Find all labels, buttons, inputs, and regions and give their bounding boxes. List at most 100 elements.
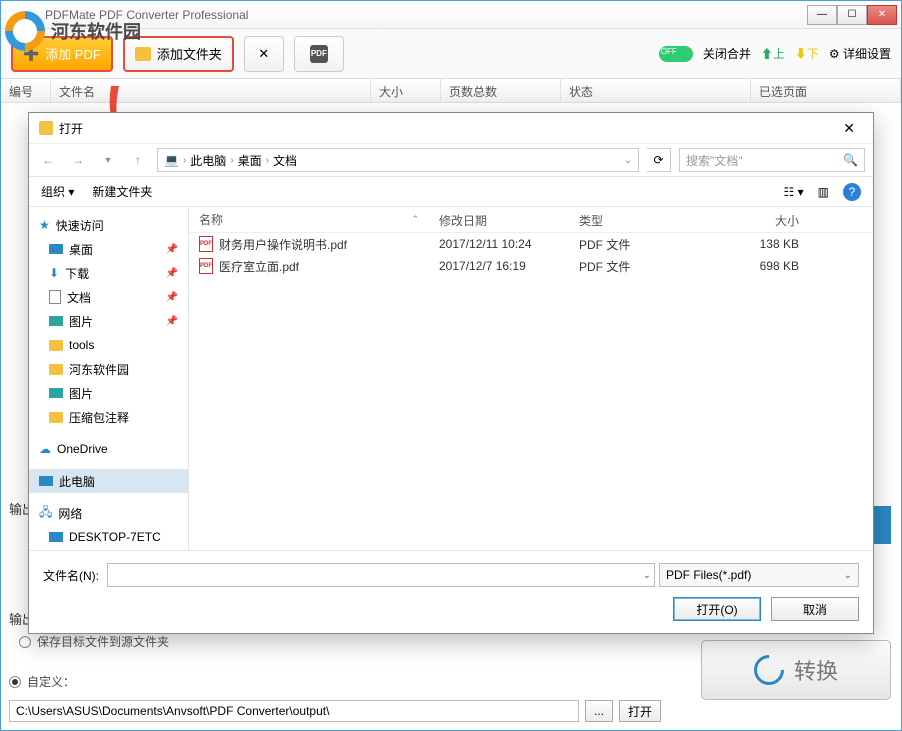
minimize-button[interactable]: — (807, 5, 837, 25)
output-path-input[interactable] (9, 700, 579, 722)
filetype-select[interactable]: PDF Files(*.pdf) ⌄ (659, 563, 859, 587)
nav-up-button[interactable]: ↑ (127, 149, 149, 171)
col-name[interactable]: 名称⌃ (189, 207, 429, 232)
dialog-open-button[interactable]: 打开(O) (673, 597, 761, 621)
col-size[interactable]: 大小 (371, 79, 441, 102)
merge-toggle[interactable] (659, 46, 693, 62)
col-type[interactable]: 类型 (569, 207, 689, 232)
sidebar-pictures2[interactable]: 图片 (29, 381, 188, 405)
download-icon: ⬇ (49, 266, 59, 280)
sidebar-documents[interactable]: 文档📌 (29, 285, 188, 309)
file-name: 财务用户操作说明书.pdf (219, 236, 347, 253)
desktop-icon (49, 244, 63, 254)
window-controls: — ☐ ✕ (807, 5, 897, 25)
col-size[interactable]: 大小 (689, 207, 809, 232)
pin-icon: 📌 (166, 268, 178, 279)
breadcrumb[interactable]: 💻 › 此电脑 › 桌面 › 文档 ⌄ (157, 148, 639, 172)
col-status[interactable]: 状态 (561, 79, 751, 102)
file-name: 医疗室立面.pdf (219, 258, 299, 275)
sidebar-thispc[interactable]: 此电脑 (29, 469, 188, 493)
dialog-close-button[interactable]: ✕ (835, 118, 863, 139)
pc-icon: 💻 (164, 153, 179, 167)
move-up-button[interactable]: ⬆上 (761, 45, 785, 62)
dialog-cancel-button[interactable]: 取消 (771, 597, 859, 621)
search-input[interactable]: 搜索"文档" 🔍 (679, 148, 865, 172)
col-date[interactable]: 修改日期 (429, 207, 569, 232)
dialog-title: 打开 (59, 120, 83, 137)
sidebar-zip[interactable]: 压缩包注释 (29, 405, 188, 429)
file-date: 2017/12/7 16:19 (429, 257, 569, 275)
filename-input[interactable] (107, 563, 655, 587)
pdf-mode-button[interactable]: PDF (294, 36, 344, 72)
bc-documents[interactable]: 文档 (273, 152, 297, 169)
file-list-header: 名称⌃ 修改日期 类型 大小 (189, 207, 873, 233)
pin-icon: 📌 (166, 316, 178, 327)
refresh-button[interactable]: ⟳ (647, 148, 671, 172)
chevron-down-icon[interactable]: ⌄ (624, 155, 632, 166)
filename-label: 文件名(N): (43, 567, 99, 584)
help-icon[interactable]: ? (843, 183, 861, 201)
move-down-button[interactable]: ⬇下 (795, 45, 819, 62)
nav-back-button[interactable]: ← (37, 149, 59, 171)
folder-icon (49, 412, 63, 423)
file-row[interactable]: PDF财务用户操作说明书.pdf 2017/12/11 10:24 PDF 文件… (189, 233, 873, 255)
pin-icon: 📌 (166, 292, 178, 303)
sidebar-hedong[interactable]: 河东软件园 (29, 357, 188, 381)
dialog-body: ★快速访问 桌面📌 ⬇下载📌 文档📌 图片📌 tools 河东软件园 图片 压缩… (29, 207, 873, 550)
sidebar-network[interactable]: 🖧网络 (29, 501, 188, 525)
bc-thispc[interactable]: 此电脑 (190, 152, 226, 169)
settings-button[interactable]: ⚙ 详细设置 (829, 45, 891, 62)
watermark-icon (5, 11, 45, 51)
document-icon (49, 290, 61, 304)
sidebar-tools[interactable]: tools (29, 333, 188, 357)
preview-pane-button[interactable]: ▥ (818, 185, 829, 199)
view-mode-button[interactable]: ☷ ▾ (784, 185, 804, 199)
pc-icon (49, 532, 63, 542)
sidebar-downloads[interactable]: ⬇下载📌 (29, 261, 188, 285)
pdf-icon: PDF (310, 45, 328, 63)
sidebar-onedrive[interactable]: ☁OneDrive (29, 437, 188, 461)
pictures-icon (49, 316, 63, 326)
save-to-source-label: 保存目标文件到源文件夹 (37, 633, 169, 650)
search-icon: 🔍 (843, 153, 858, 167)
star-icon: ★ (39, 218, 50, 232)
organize-menu[interactable]: 组织 ▾ (41, 183, 74, 200)
col-num[interactable]: 编号 (1, 79, 51, 102)
close-button[interactable]: ✕ (867, 5, 897, 25)
remove-button[interactable]: ✕ (244, 36, 284, 72)
convert-button[interactable]: 转换 (701, 640, 891, 700)
watermark: 河东软件园 (5, 11, 141, 51)
nav-forward-button[interactable]: → (67, 149, 89, 171)
pictures-icon (49, 388, 63, 398)
browse-button[interactable]: ... (585, 700, 613, 722)
sidebar-net-device[interactable]: DESKTOP-7ETC (29, 525, 188, 549)
col-selected[interactable]: 已选页面 (751, 79, 901, 102)
path-row: ... 打开 (9, 700, 893, 722)
sort-asc-icon: ⌃ (411, 214, 419, 225)
col-name[interactable]: 文件名 (51, 79, 371, 102)
save-to-source-option[interactable]: 保存目标文件到源文件夹 (19, 633, 169, 650)
pdf-file-icon: PDF (199, 236, 213, 252)
convert-icon (748, 649, 790, 691)
open-file-dialog: 打开 ✕ ← → ▾ ↑ 💻 › 此电脑 › 桌面 › 文档 ⌄ ⟳ 搜索"文档… (28, 112, 874, 634)
maximize-button[interactable]: ☐ (837, 5, 867, 25)
file-type: PDF 文件 (569, 256, 689, 277)
file-size: 698 KB (689, 257, 809, 275)
sidebar-quick-access[interactable]: ★快速访问 (29, 213, 188, 237)
file-type: PDF 文件 (569, 234, 689, 255)
nav-recent-button[interactable]: ▾ (97, 149, 119, 171)
radio-checked-icon (9, 676, 21, 688)
dialog-footer: 文件名(N): ⌄ PDF Files(*.pdf) ⌄ 打开(O) 取消 (29, 550, 873, 633)
open-output-button[interactable]: 打开 (619, 700, 661, 722)
network-icon: 🖧 (39, 503, 52, 524)
col-pages[interactable]: 页数总数 (441, 79, 561, 102)
folder-icon (49, 364, 63, 375)
sidebar-desktop[interactable]: 桌面📌 (29, 237, 188, 261)
merge-label: 关闭合并 (703, 45, 751, 62)
new-folder-button[interactable]: 新建文件夹 (92, 183, 152, 200)
bc-desktop[interactable]: 桌面 (238, 152, 262, 169)
file-row[interactable]: PDF医疗室立面.pdf 2017/12/7 16:19 PDF 文件 698 … (189, 255, 873, 277)
dialog-icon (39, 121, 53, 135)
sidebar-pictures[interactable]: 图片📌 (29, 309, 188, 333)
folder-icon (49, 340, 63, 351)
